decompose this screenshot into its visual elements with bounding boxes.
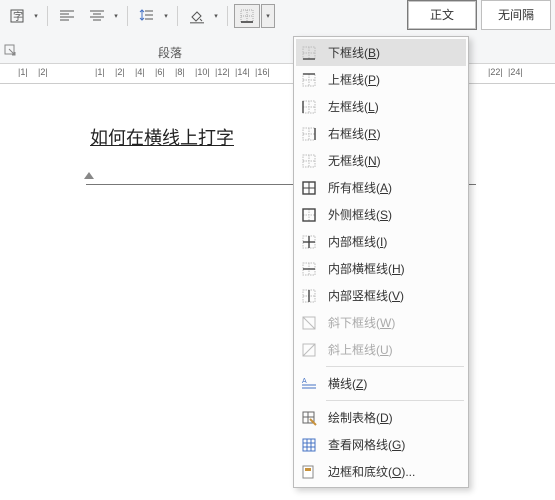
ruler-mark: |16| [255,67,270,77]
line-spacing-dropdown[interactable]: ▾ [161,4,171,28]
svg-text:字: 字 [13,10,23,23]
border-icon [300,287,318,305]
border-icon [300,98,318,116]
asian-layout-dropdown[interactable]: ▾ [31,4,41,28]
shading-dropdown[interactable]: ▾ [211,4,221,28]
svg-text:A: A [302,378,307,385]
border-icon [300,71,318,89]
borders-menu: 下框线(B) 上框线(P) 左框线(L) 右框线(R) 无框线(N) 所有框线(A) 外侧框… [293,36,469,488]
menu-item-view-gridlines[interactable]: 查看网格线(G) [296,431,466,458]
style-no-spacing[interactable]: 无间隔 [481,0,551,30]
document-text: 如何在横线上打字 [90,128,234,148]
ruler-mark: |10| [195,67,210,77]
menu-item-border[interactable]: 内部横框线(H) [296,255,466,282]
ruler-mark: |22| [488,67,503,77]
separator [47,6,48,26]
menu-item-border[interactable]: 外侧框线(S) [296,201,466,228]
ruler-mark: |6| [155,67,165,77]
paragraph-toolbar: 字 ▾ ▾ ▾ ▾ ▾ 正文 无间隔 [0,0,555,28]
asian-layout-button[interactable]: 字 [4,4,30,28]
ruler-mark: |14| [235,67,250,77]
ruler-mark: |2| [115,67,125,77]
menu-item-label: 斜下框线(W) [328,314,395,331]
border-icon [300,260,318,278]
align-dropdown[interactable]: ▾ [111,4,121,28]
shading-button[interactable] [184,4,210,28]
borders-button[interactable] [234,4,260,28]
separator [227,6,228,26]
menu-item-border[interactable]: 内部竖框线(V) [296,282,466,309]
menu-item-label: 内部竖框线(V) [328,287,404,304]
style-normal[interactable]: 正文 [407,0,477,30]
menu-item-horizontal-line-icon: A [300,375,318,393]
menu-item-label: 下框线(B) [328,44,380,61]
menu-item-border[interactable]: 所有框线(A) [296,174,466,201]
menu-item-border[interactable]: 左框线(L) [296,93,466,120]
menu-item-draw-table-icon [300,409,318,427]
menu-item-label: 边框和底纹(O)... [328,463,415,480]
border-icon [300,44,318,62]
ruler-mark: |12| [215,67,230,77]
styles-gallery: 正文 无间隔 [407,0,551,30]
border-icon [300,233,318,251]
menu-item-border[interactable]: 下框线(B) [296,39,466,66]
menu-item-border: 斜下框线(W) [296,309,466,336]
separator [127,6,128,26]
menu-item-label: 右框线(R) [328,125,381,142]
menu-item-border[interactable]: 内部框线(I) [296,228,466,255]
indent-marker-icon[interactable] [84,172,94,179]
menu-item-border[interactable]: 右框线(R) [296,120,466,147]
border-icon [300,341,318,359]
align-left-button[interactable] [54,4,80,28]
menu-item-draw-table[interactable]: 绘制表格(D) [296,404,466,431]
menu-item-label: 上框线(P) [328,71,380,88]
menu-item-horizontal-line[interactable]: A 横线(Z) [296,370,466,397]
menu-item-view-gridlines-icon [300,436,318,454]
ruler[interactable]: |1| |2| |1| |2| |4| |6| |8| |10| |12| |14| |16| |22… [0,64,555,84]
align-center-button[interactable] [84,4,110,28]
menu-separator [326,366,464,367]
menu-item-border: 斜上框线(U) [296,336,466,363]
menu-item-borders-shading[interactable]: 边框和底纹(O)... [296,458,466,485]
menu-item-label: 内部框线(I) [328,233,387,250]
ruler-mark: |1| [95,67,105,77]
ruler-mark: |1| [18,67,28,77]
menu-item-label: 绘制表格(D) [328,409,393,426]
border-icon [300,206,318,224]
menu-item-borders-shading-icon [300,463,318,481]
document-area[interactable]: 如何在横线上打字 [0,84,555,500]
menu-item-label: 无框线(N) [328,152,381,169]
dialog-launcher-icon[interactable] [4,44,18,61]
ribbon-group-label: 段落 [158,44,182,61]
menu-item-label: 所有框线(A) [328,179,392,196]
menu-item-border[interactable]: 上框线(P) [296,66,466,93]
borders-dropdown[interactable]: ▾ [261,4,275,28]
ruler-mark: |2| [38,67,48,77]
border-icon [300,125,318,143]
border-icon [300,152,318,170]
border-icon [300,314,318,332]
menu-item-label: 内部横框线(H) [328,260,405,277]
menu-separator [326,400,464,401]
ribbon: 字 ▾ ▾ ▾ ▾ ▾ 正文 无间隔 段落 [0,0,555,64]
separator [177,6,178,26]
menu-item-label: 斜上框线(U) [328,341,393,358]
menu-item-border[interactable]: 无框线(N) [296,147,466,174]
menu-item-label: 横线(Z) [328,375,367,392]
ruler-mark: |8| [175,67,185,77]
ruler-mark: |24| [508,67,523,77]
menu-item-label: 外侧框线(S) [328,206,392,223]
menu-item-label: 查看网格线(G) [328,436,405,453]
ruler-mark: |4| [135,67,145,77]
border-icon [300,179,318,197]
line-spacing-button[interactable] [134,4,160,28]
menu-item-label: 左框线(L) [328,98,379,115]
